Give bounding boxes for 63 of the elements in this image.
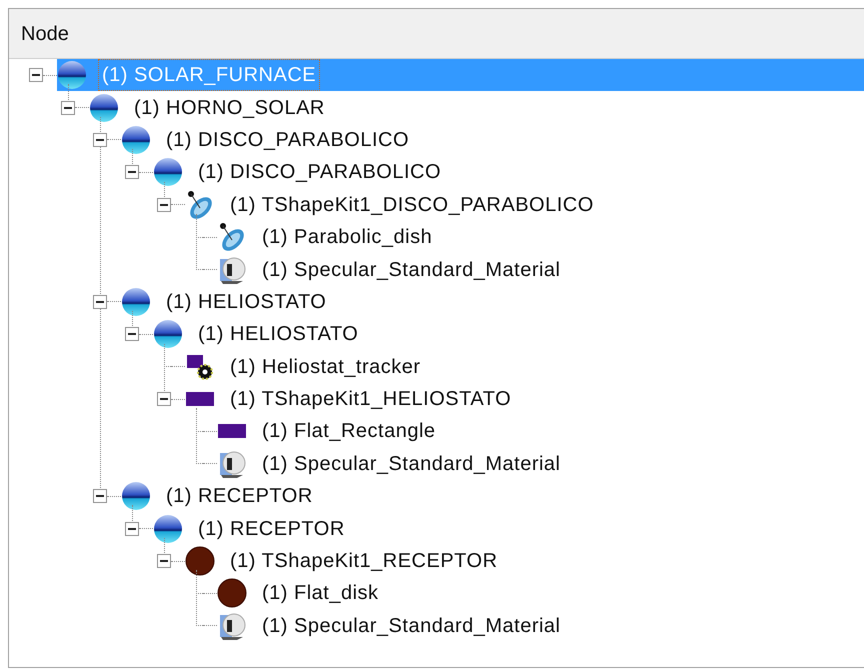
node-label: (1) Heliostat_tracker [229, 354, 422, 380]
node-label: (1) DISCO_PARABOLICO [165, 128, 410, 153]
tree-item[interactable]: (1) RECEPTOR [121, 480, 864, 512]
satellite-dish-icon [217, 222, 247, 252]
tree-item[interactable]: (1) DISCO_PARABOLICO [121, 124, 864, 156]
tree-item[interactable]: (1) TShapeKit1_HELIOSTATO [185, 382, 864, 416]
tree-item[interactable]: (1) Heliostat_tracker [185, 350, 864, 383]
tree-item[interactable]: (1) HELIOSTATO [153, 318, 864, 351]
collapse-toggle[interactable] [125, 327, 139, 342]
node-label: (1) TShapeKit1_RECEPTOR [229, 549, 499, 574]
collapse-toggle[interactable] [93, 294, 107, 309]
tree-item[interactable]: (1) HORNO_SOLAR [89, 91, 864, 124]
tree-item[interactable]: (1) Parabolic_dish [217, 220, 864, 254]
collapse-toggle[interactable] [93, 489, 107, 504]
node-label: (1) Specular_Standard_Material [261, 258, 562, 283]
satellite-dish-icon [185, 190, 215, 220]
column-title: Node [21, 22, 69, 46]
sphere-icon [89, 92, 119, 123]
sphere-icon [153, 514, 183, 544]
tree-item[interactable]: (1) Specular_Standard_Material [217, 610, 864, 642]
collapse-toggle[interactable] [157, 554, 171, 568]
sphere-icon [57, 60, 87, 90]
node-label: (1) HELIOSTATO [165, 290, 328, 315]
collapse-toggle[interactable] [125, 165, 139, 180]
tree-item[interactable]: (1) TShapeKit1_DISCO_PARABOLICO [185, 188, 864, 221]
tree-item[interactable]: (1) DISCO_PARABOLICO [153, 156, 864, 189]
material-sphere-icon [217, 610, 247, 641]
node-label: (1) DISCO_PARABOLICO [197, 160, 442, 186]
node-label: (1) Parabolic_dish [261, 225, 434, 250]
node-label: (1) Specular_Standard_Material [261, 452, 562, 477]
column-header[interactable]: Node [9, 9, 864, 59]
disk-icon [217, 578, 247, 608]
node-label: (1) RECEPTOR [165, 484, 314, 510]
tree-item[interactable]: (1) RECEPTOR [153, 512, 864, 545]
sphere-icon [121, 481, 151, 512]
collapse-toggle[interactable] [157, 392, 171, 406]
node-label: (1) TShapeKit1_HELIOSTATO [229, 387, 512, 412]
collapse-toggle[interactable] [61, 100, 75, 115]
node-label: (1) Flat_disk [261, 581, 380, 606]
disk-icon [185, 546, 215, 576]
sphere-icon [153, 157, 183, 188]
node-label: (1) SOLAR_FURNACE [99, 60, 320, 90]
tree-item[interactable]: (1) Specular_Standard_Material [217, 448, 864, 480]
material-sphere-icon [217, 254, 247, 285]
node-label: (1) HORNO_SOLAR [133, 96, 326, 121]
collapse-toggle[interactable] [29, 68, 43, 82]
material-sphere-icon [217, 448, 247, 479]
node-label: (1) Flat_Rectangle [261, 419, 437, 444]
sphere-icon [153, 319, 183, 350]
collapse-toggle[interactable] [125, 522, 139, 536]
sphere-icon [121, 286, 151, 317]
collapse-toggle[interactable] [93, 132, 107, 147]
sphere-icon [121, 124, 151, 155]
tree-item[interactable]: (1) Specular_Standard_Material [217, 253, 864, 286]
node-label: (1) TShapeKit1_DISCO_PARABOLICO [229, 192, 595, 218]
tree-item[interactable]: (1) Flat_disk [217, 577, 864, 610]
node-label: (1) RECEPTOR [197, 516, 346, 542]
collapse-toggle[interactable] [157, 198, 171, 212]
tree-item[interactable]: (1) Flat_Rectangle [217, 415, 864, 448]
node-label: (1) HELIOSTATO [197, 322, 360, 348]
tree-item[interactable]: (1) HELIOSTATO [121, 286, 864, 318]
node-label: (1) Specular_Standard_Material [261, 614, 562, 639]
tree-item[interactable]: (1) TShapeKit1_RECEPTOR [185, 544, 864, 578]
